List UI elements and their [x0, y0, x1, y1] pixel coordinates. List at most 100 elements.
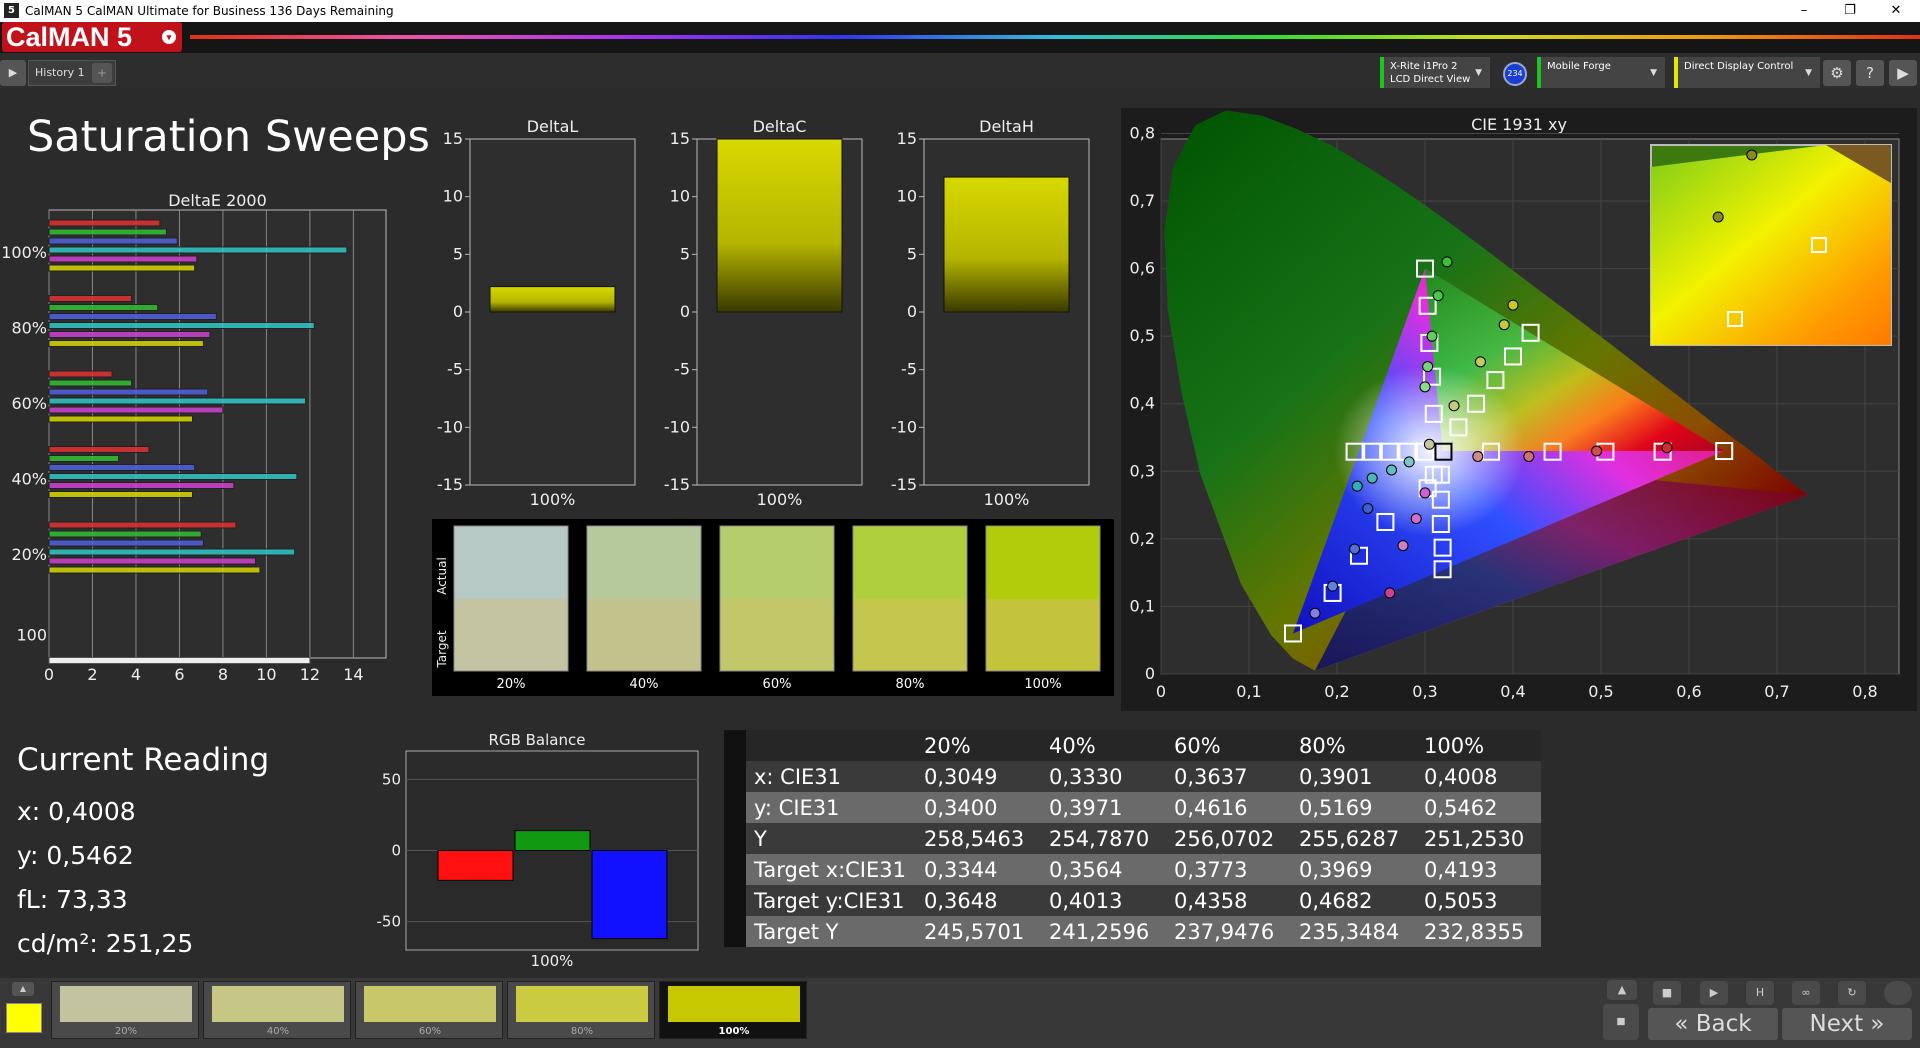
delta-category-label: 100%: [757, 490, 803, 509]
cie-xtick-label: 0,2: [1324, 682, 1349, 701]
cie-ytick-label: 0,4: [1130, 394, 1155, 413]
cie-measured-point: [1410, 513, 1422, 525]
step-tile-80[interactable]: 80%: [507, 981, 655, 1039]
table-cell: 0,5169: [1291, 792, 1416, 823]
maximize-button[interactable]: ❐: [1830, 1, 1870, 21]
gear-icon[interactable]: ⚙: [1823, 60, 1851, 86]
swatch-panel: Actual Target 20% 40% 60% 80% 100%: [432, 519, 1114, 696]
meter-selector[interactable]: X-Rite i1Pro 2 LCD Direct View ▼: [1380, 57, 1490, 88]
current-fl-value: fL: 73,33: [17, 885, 128, 914]
cie-xtick-label: 0,3: [1412, 682, 1437, 701]
step-color-fill: [668, 986, 800, 1022]
row-selector[interactable]: [724, 792, 746, 823]
cie-ytick-label: 0,2: [1130, 529, 1155, 548]
actual-swatch: [853, 526, 967, 599]
table-cell: 245,5701: [916, 916, 1041, 947]
table-row[interactable]: x: CIE31 0,3049 0,3330 0,3637 0,3901 0,4…: [724, 761, 1541, 792]
cie-measured-point: [1366, 472, 1378, 484]
refresh-icon[interactable]: ↻: [1838, 981, 1866, 1005]
chevron-right-icon[interactable]: ▶: [1889, 60, 1917, 86]
pattern-source-name: Mobile Forge: [1547, 61, 1611, 72]
close-button[interactable]: ✕: [1876, 1, 1916, 21]
step-tile-40[interactable]: 40%: [203, 981, 351, 1039]
cie-ytick-label: 0: [1145, 664, 1155, 683]
cie-measured-point: [1441, 256, 1453, 268]
deltae-bar: [48, 295, 133, 302]
step-tile-100[interactable]: 100%: [659, 981, 807, 1039]
table-row[interactable]: Target x:CIE31 0,3344 0,3564 0,3773 0,39…: [724, 854, 1541, 885]
brand-menu[interactable]: CalMAN 5 ▾: [2, 22, 182, 52]
delta-ytick-label: -10: [664, 417, 690, 436]
table-row[interactable]: Target y:CIE31 0,3648 0,4013 0,4358 0,46…: [724, 885, 1541, 916]
cie-measured-point: [1474, 356, 1486, 368]
cie-1931-chart: CIE 1931 xy 0 0,1 0,2 0,3 0,4 0,5 0,6 0,7 0,8 0 0,1…: [1121, 108, 1917, 711]
table-cell: 0,3400: [916, 792, 1041, 823]
cie-measured-point: [1386, 464, 1398, 476]
deltae-bar: [48, 304, 159, 311]
delta-chart-title: DeltaH: [979, 118, 1034, 136]
delta-bar: [943, 176, 1070, 313]
swatch-label: 60%: [763, 677, 792, 692]
table-cell: 254,7870: [1041, 823, 1166, 854]
record-stop-icon[interactable]: ■: [1653, 981, 1681, 1005]
hold-icon[interactable]: H: [1746, 981, 1774, 1005]
rainbow-strip: [190, 35, 1920, 39]
deltae-bar: [48, 548, 296, 556]
deltae-group-label: 20%: [11, 545, 47, 564]
add-tab-button[interactable]: +: [92, 63, 112, 83]
deltae-xtick-label: 6: [174, 665, 184, 684]
delta-ytick-label: 0: [453, 302, 463, 321]
row-selector[interactable]: [724, 854, 746, 885]
app-logo-icon: 5: [4, 3, 19, 18]
brand-label: CalMAN 5: [6, 22, 133, 52]
table-row[interactable]: Target Y 245,5701 241,2596 237,9476 235,…: [724, 916, 1541, 947]
step-tile-60[interactable]: 60%: [355, 981, 503, 1039]
step-tile-20[interactable]: 20%: [51, 981, 199, 1039]
deltae-bar: [48, 521, 237, 529]
continuous-icon[interactable]: ∞: [1792, 981, 1820, 1005]
table-row[interactable]: Y 258,5463 254,7870 256,0702 255,6287 25…: [724, 823, 1541, 854]
actual-swatch: [986, 526, 1100, 599]
deltae-bar: [48, 255, 198, 263]
next-button[interactable]: Next »: [1782, 1008, 1912, 1040]
inset-gamut: [1651, 145, 1891, 345]
pattern-source-selector[interactable]: Mobile Forge ▼: [1537, 57, 1665, 88]
deltae-bar: [48, 322, 315, 329]
target-swatch: [986, 599, 1100, 671]
chevron-up-icon[interactable]: ▲: [1607, 980, 1637, 1000]
cie-measured-point: [1362, 502, 1374, 514]
cie-xtick-label: 0,6: [1676, 682, 1701, 701]
row-selector[interactable]: [724, 885, 746, 916]
chevron-up-icon[interactable]: ▲: [12, 982, 34, 996]
deltae-xtick-label: 10: [256, 665, 276, 684]
deltae-bar: [48, 557, 257, 565]
deltae-bar: [48, 264, 196, 272]
cie-measured-point: [1397, 540, 1409, 552]
step-label: 100%: [718, 1026, 750, 1037]
display-control-selector[interactable]: Direct Display Control ▼: [1674, 57, 1820, 88]
deltae-bar: [48, 228, 167, 236]
delta-ytick-label: 0: [680, 302, 690, 321]
rgb-bar-g: [514, 830, 591, 851]
deltae-bar: [48, 331, 211, 338]
row-selector[interactable]: [724, 916, 746, 947]
meter-status-badge[interactable]: 234: [1503, 62, 1527, 86]
play-icon[interactable]: ▶: [0, 60, 26, 86]
delta-ytick-label: -5: [674, 360, 690, 379]
delta-chart-title: DeltaL: [527, 118, 579, 136]
help-icon[interactable]: ?: [1856, 60, 1884, 86]
deltae-bar: [48, 397, 307, 405]
deltae-title: DeltaE 2000: [168, 191, 267, 210]
back-button[interactable]: « Back: [1648, 1008, 1778, 1040]
table-row[interactable]: y: CIE31 0,3400 0,3971 0,4616 0,5169 0,5…: [724, 792, 1541, 823]
minimize-button[interactable]: –: [1784, 1, 1824, 21]
deltah-chart: DeltaH 15 10 5 0 -5 -10 -15 100%: [891, 118, 1090, 509]
play-icon[interactable]: ▶: [1700, 981, 1728, 1005]
row-selector[interactable]: [724, 823, 746, 854]
table-cell: 0,5462: [1416, 792, 1541, 823]
table-header-cell: 20%: [916, 730, 1041, 761]
row-selector[interactable]: [724, 761, 746, 792]
stop-icon[interactable]: ⏹: [1603, 1004, 1639, 1040]
table-cell: 0,3564: [1041, 854, 1166, 885]
table-cell: 0,3969: [1291, 854, 1416, 885]
